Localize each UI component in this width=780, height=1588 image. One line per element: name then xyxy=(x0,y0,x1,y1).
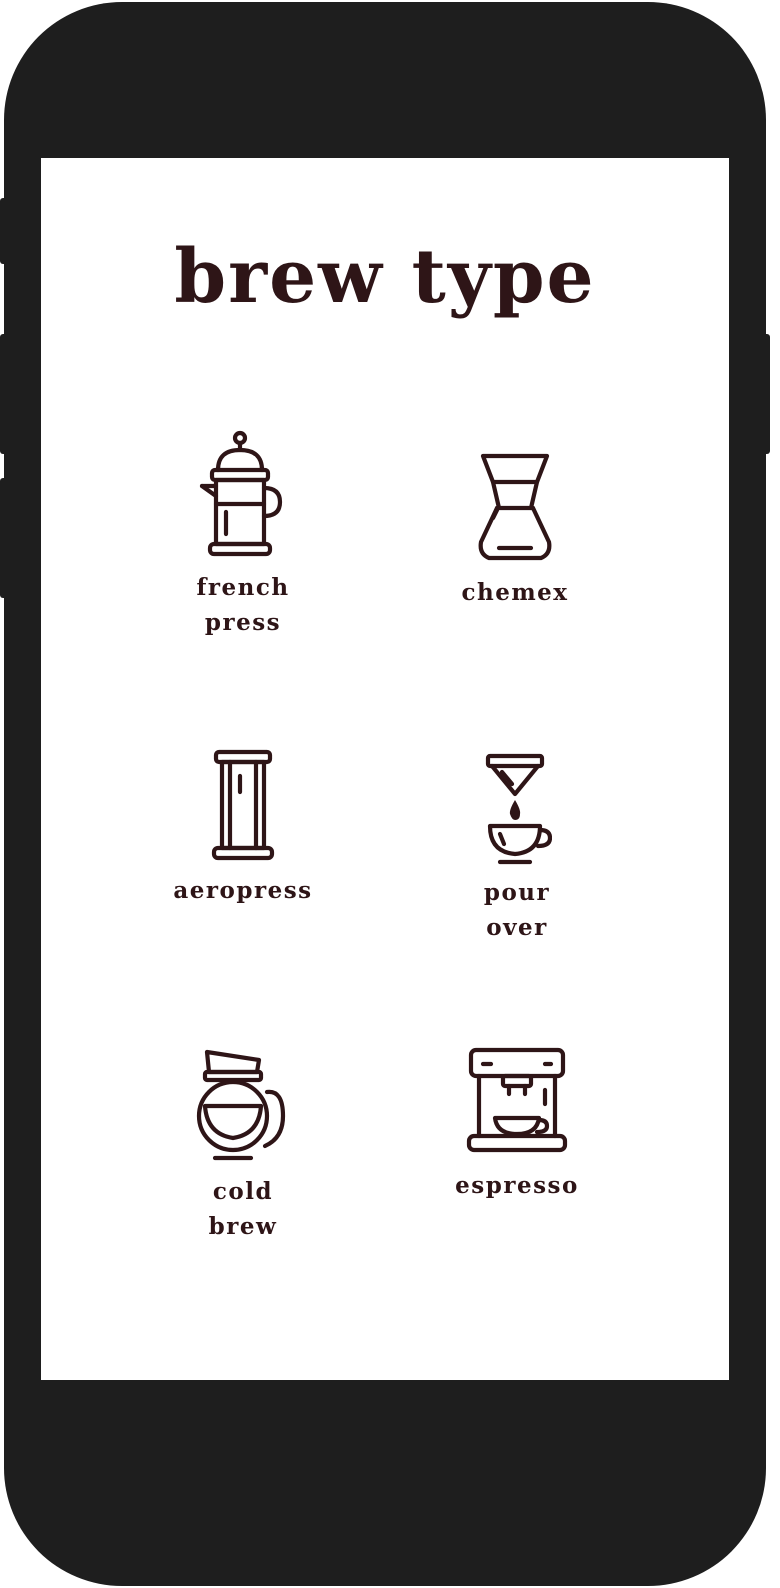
brew-label: cold brew xyxy=(208,1178,278,1240)
brew-option-pour-over[interactable]: pour over xyxy=(397,750,637,945)
brew-option-cold-brew[interactable]: cold brew xyxy=(123,1046,363,1244)
pour-over-icon xyxy=(397,750,637,865)
espresso-machine-icon xyxy=(397,1046,637,1158)
brew-option-aeropress[interactable]: aeropress xyxy=(123,748,363,908)
page-title: brew type xyxy=(174,234,596,320)
phone-volume-up-button xyxy=(0,334,8,454)
brew-label: pour over xyxy=(483,879,551,941)
brew-option-french-press[interactable]: french press xyxy=(123,430,363,640)
phone-power-button xyxy=(762,334,770,454)
brew-option-espresso[interactable]: espresso xyxy=(397,1046,637,1203)
brew-option-chemex[interactable]: chemex xyxy=(395,450,635,610)
chemex-icon xyxy=(395,450,635,565)
aeropress-icon xyxy=(123,748,363,863)
cold-brew-icon xyxy=(123,1046,363,1164)
brew-label: aeropress xyxy=(173,877,313,904)
phone-volume-down-button xyxy=(0,478,8,598)
brew-label: french press xyxy=(196,574,290,636)
phone-mute-switch xyxy=(0,198,8,264)
brew-label: chemex xyxy=(461,579,569,606)
brew-label: espresso xyxy=(455,1172,579,1199)
app-screen: brew type french press chemex aeropress … xyxy=(41,158,729,1380)
french-press-icon xyxy=(123,430,363,560)
